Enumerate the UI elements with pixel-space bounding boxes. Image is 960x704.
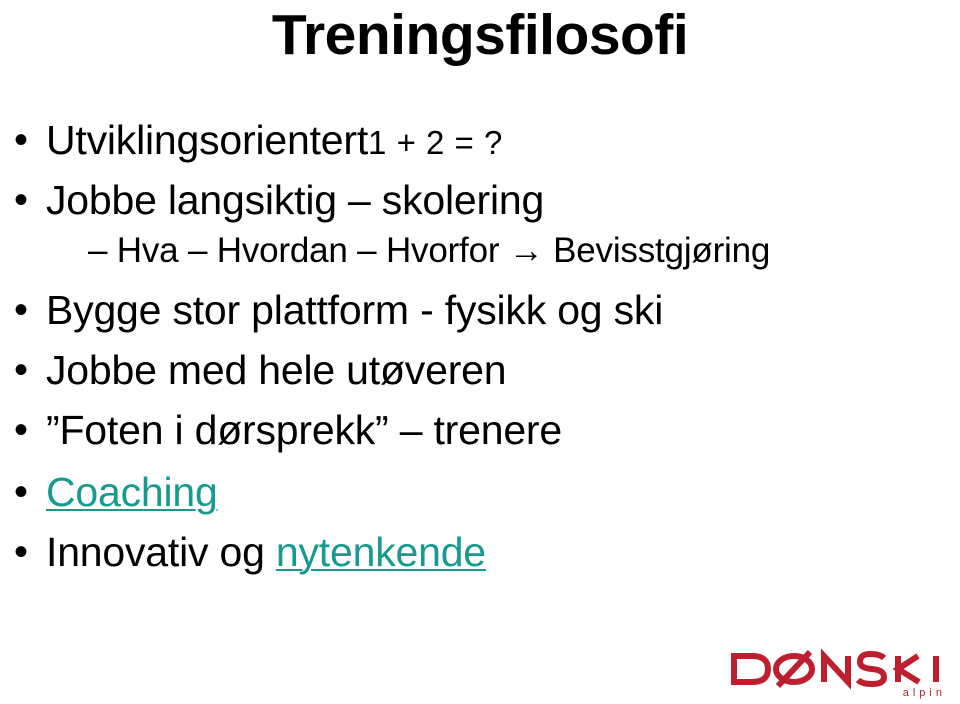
bullet-marker-icon: • (14, 118, 29, 162)
list-item: • Coaching (0, 463, 960, 521)
list-item: • Jobbe med hele utøveren (0, 341, 960, 399)
list-item-text: Utviklingsorientert1 + 2 = ? (46, 112, 960, 171)
list-item-equation: 1 + 2 = ? (368, 124, 503, 161)
bullet-marker-icon: • (14, 348, 29, 392)
list-item-label: Innovativ og (46, 529, 276, 575)
bullet-list: • Utviklingsorientert1 + 2 = ? • Jobbe l… (0, 112, 960, 581)
list-item-label: Jobbe langsiktig – skolering (46, 177, 545, 223)
list-item-label: Jobbe med hele utøveren (46, 347, 507, 393)
list-item-text: Innovativ og nytenkende (46, 523, 960, 581)
donski-alpin-logo: alpin (728, 646, 954, 700)
list-item-label: ”Foten i dørsprekk” – trenere (46, 407, 562, 453)
list-item: • Utviklingsorientert1 + 2 = ? (0, 112, 960, 171)
page-title: Treningsfilosofi (271, 3, 689, 67)
sub-list-item-label: – Hva – Hvordan – Hvorfor → Bevisstgjøri… (88, 231, 771, 270)
list-item-label: Utviklingsorientert (46, 117, 369, 163)
list-item: • Bygge stor plattform - fysikk og ski (0, 281, 960, 339)
sub-list-item: – Hva – Hvordan – Hvorfor → Bevisstgjøri… (0, 225, 960, 277)
bullet-marker-icon: • (14, 178, 29, 222)
bullet-marker-icon: • (14, 530, 29, 574)
slide-canvas: Treningsfilosofi • Utviklingsorientert1 … (0, 0, 960, 704)
list-item: • ”Foten i dørsprekk” – trenere (0, 401, 960, 459)
list-item-label: Bygge stor plattform - fysikk og ski (46, 287, 664, 333)
bullet-marker-icon: • (14, 288, 29, 332)
list-item-text: Coaching (46, 463, 960, 521)
list-item: • Jobbe langsiktig – skolering (0, 171, 960, 229)
list-item: • Innovativ og nytenkende (0, 523, 960, 581)
hyperlink-coaching[interactable]: Coaching (46, 469, 218, 515)
bullet-marker-icon: • (14, 408, 29, 452)
logo-tagline: alpin (902, 687, 946, 699)
bullet-marker-icon: • (14, 470, 29, 514)
hyperlink-nytenkende[interactable]: nytenkende (276, 529, 486, 575)
